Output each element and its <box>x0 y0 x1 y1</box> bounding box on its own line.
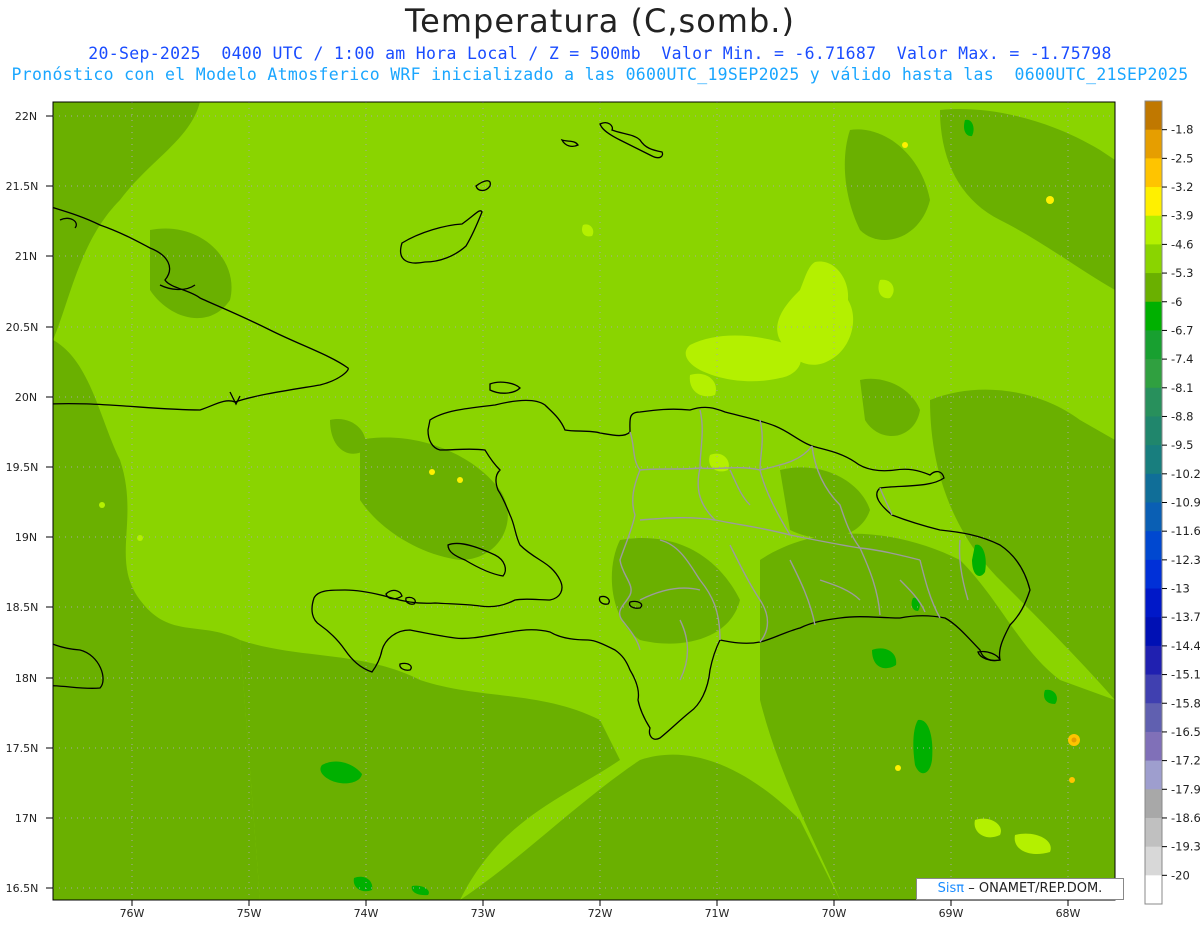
colorbar-label: -4.6 <box>1171 237 1193 251</box>
colorbar-label: -6.7 <box>1171 323 1193 337</box>
colorbar-label: -8.1 <box>1171 381 1193 395</box>
credit-box: Sisπ – ONAMET/REP.DOM. <box>916 878 1124 900</box>
lat-label: 19.5N <box>6 461 39 474</box>
colorbar-swatch <box>1145 129 1162 159</box>
lat-label: 21N <box>15 250 37 263</box>
colorbar-swatch <box>1145 158 1162 188</box>
colorbar-label: -3.9 <box>1171 209 1193 223</box>
colorbar-swatch <box>1145 817 1162 848</box>
lat-label: 20.5N <box>6 321 39 334</box>
colorbar-label: -17.9 <box>1171 782 1200 796</box>
lat-label: 21.5N <box>6 180 39 193</box>
colorbar-label: -18.6 <box>1171 811 1200 825</box>
colorbar-swatch <box>1145 531 1162 561</box>
colorbar-label: -15.1 <box>1171 668 1200 682</box>
lon-label: 70W <box>822 907 847 920</box>
colorbar-swatch <box>1145 502 1162 532</box>
colorbar-swatch <box>1145 703 1162 733</box>
sispi-logo: Sisπ <box>937 881 965 896</box>
colorbar-swatch <box>1145 731 1162 762</box>
colorbar-swatch <box>1145 559 1162 590</box>
lat-label: 18N <box>15 672 37 685</box>
colorbar-label: -17.2 <box>1171 754 1200 768</box>
colorbar-label: -13 <box>1171 582 1190 596</box>
colorbar-label: -8.8 <box>1171 409 1193 423</box>
colorbar-swatch <box>1145 416 1162 446</box>
colorbar-swatch <box>1145 273 1162 303</box>
lat-label: 17N <box>15 812 37 825</box>
colorbar-label: -10.2 <box>1171 467 1200 481</box>
colorbar-label: -9.5 <box>1171 438 1193 452</box>
colorbar-swatch <box>1145 789 1162 819</box>
lon-label: 75W <box>237 907 262 920</box>
colorbar-swatch <box>1145 645 1162 676</box>
colorbar-label: -7.4 <box>1171 352 1193 366</box>
colorbar-label: -13.7 <box>1171 610 1200 624</box>
colorbar-label: -16.5 <box>1171 725 1200 739</box>
colorbar-label: -12.3 <box>1171 553 1200 567</box>
colorbar-label: -10.9 <box>1171 496 1200 510</box>
colorbar-label: -11.6 <box>1171 524 1200 538</box>
colorbar-swatch <box>1145 359 1162 389</box>
lat-label: 17.5N <box>6 742 39 755</box>
colorbar-swatch <box>1145 244 1162 274</box>
colorbar-label: -20 <box>1171 868 1190 882</box>
latitude-axis: 22N 21.5N 21N 20.5N 20N 19.5N 19N 18.5N … <box>6 110 39 895</box>
colorbar-label: -6 <box>1171 295 1182 309</box>
lat-label: 20N <box>15 391 37 404</box>
colorbar-label: -3.2 <box>1171 180 1193 194</box>
lon-label: 73W <box>471 907 496 920</box>
lat-label: 22N <box>15 110 37 123</box>
colorbar-swatch <box>1145 674 1162 704</box>
colorbar-swatch <box>1145 387 1162 417</box>
colorbar-label: -19.3 <box>1171 840 1200 854</box>
longitude-ticks <box>131 900 1069 906</box>
colorbar-label: -1.8 <box>1171 123 1193 137</box>
colorbar-label: -14.4 <box>1171 639 1200 653</box>
colorbar-swatch <box>1145 215 1162 245</box>
colorbar-legend: -1.8 -2.5 -3.2 -3.9 -4.6 -5.3 -6 -6.7 -7.4 -8.1 -8… <box>1144 100 1200 905</box>
colorbar-swatch <box>1145 445 1162 475</box>
lon-label: 72W <box>588 907 613 920</box>
colorbar-swatch <box>1145 617 1162 647</box>
lon-label: 68W <box>1056 907 1081 920</box>
latitude-ticks <box>46 115 53 889</box>
colorbar-label: -2.5 <box>1171 151 1193 165</box>
lon-label: 69W <box>939 907 964 920</box>
colorbar-swatch <box>1145 101 1162 131</box>
lon-label: 71W <box>705 907 730 920</box>
lat-label: 16.5N <box>6 882 39 895</box>
temperature-map: 22N 21.5N 21N 20.5N 20N 19.5N 19N 18.5N … <box>6 100 1200 920</box>
colorbar-swatch <box>1145 588 1162 618</box>
lat-label: 19N <box>15 531 37 544</box>
colorbar-swatch <box>1145 473 1162 503</box>
colorbar-swatch <box>1145 330 1162 360</box>
credit-text: – ONAMET/REP.DOM. <box>968 881 1103 896</box>
lon-label: 74W <box>354 907 379 920</box>
longitude-axis: 76W 75W 74W 73W 72W 71W 70W 69W 68W <box>120 907 1081 920</box>
colorbar-swatch <box>1145 187 1162 217</box>
colorbar-swatch <box>1145 875 1162 905</box>
colorbar-label: -5.3 <box>1171 266 1193 280</box>
colorbar-swatch <box>1145 760 1162 790</box>
colorbar-label: -15.8 <box>1171 696 1200 710</box>
colorbar-swatch <box>1145 846 1162 876</box>
lat-label: 18.5N <box>6 601 39 614</box>
colorbar-swatch <box>1145 301 1162 331</box>
lon-label: 76W <box>120 907 145 920</box>
